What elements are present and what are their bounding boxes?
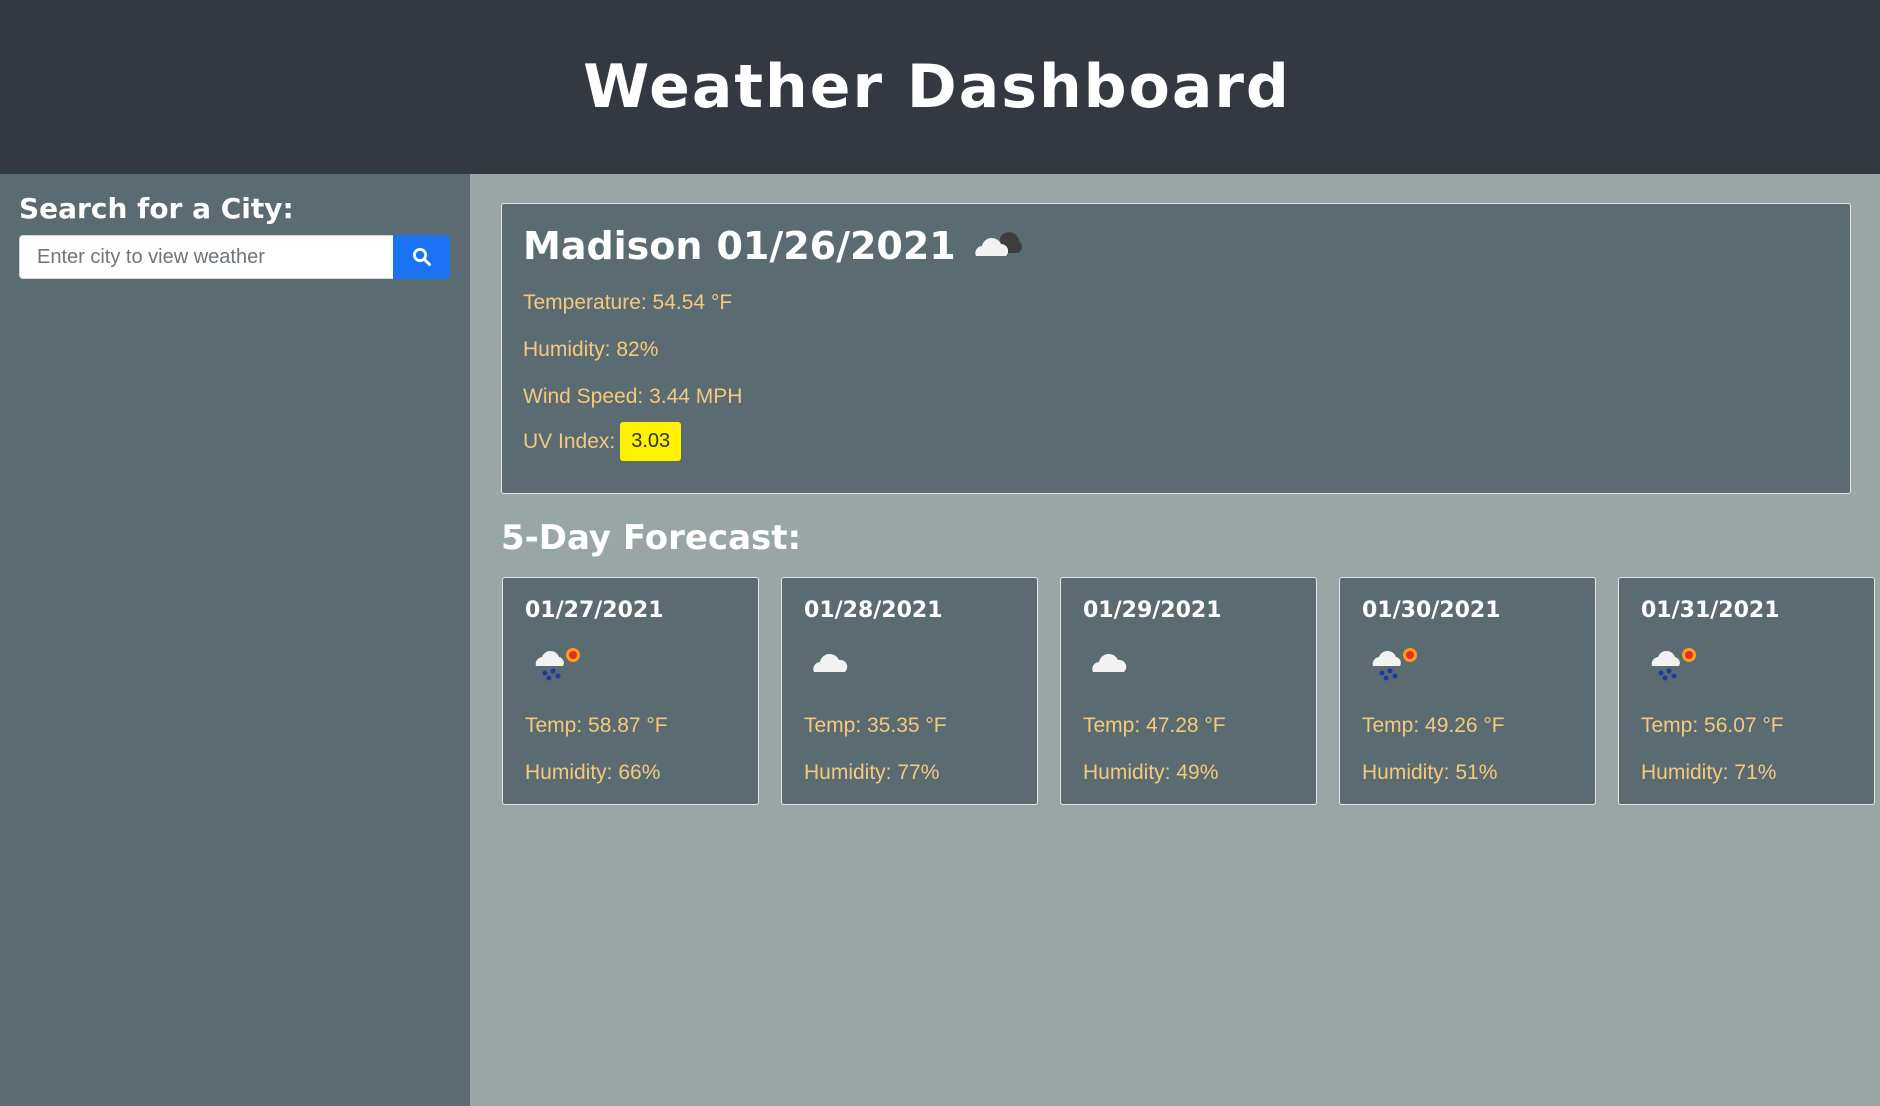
current-wind-speed: Wind Speed: 3.44 MPH [523, 385, 743, 408]
uv-index-row: UV Index: 3.03 [523, 422, 682, 461]
search-button[interactable] [393, 235, 450, 279]
forecast-heading: 5-Day Forecast: [501, 518, 802, 558]
forecast-temp: Temp: 35.35 °F [804, 714, 947, 737]
forecast-temp: Temp: 58.87 °F [525, 714, 668, 737]
current-humidity: Humidity: 82% [523, 338, 659, 361]
forecast-temp: Temp: 56.07 °F [1641, 714, 1784, 737]
cloud-icon [813, 653, 848, 672]
uv-index-badge: 3.03 [620, 422, 682, 461]
page-header: Weather Dashboard [0, 0, 1880, 174]
forecast-date: 01/28/2021 [804, 598, 943, 623]
forecast-date: 01/27/2021 [525, 598, 664, 623]
search-heading: Search for a City: [19, 192, 294, 225]
page-title: Weather Dashboard [583, 52, 1291, 122]
search-icon [412, 248, 431, 266]
current-city: Madison [523, 224, 703, 268]
forecast-humidity: Humidity: 77% [804, 761, 940, 784]
forecast-temp: Temp: 47.28 °F [1083, 714, 1226, 737]
forecast-card-day-3: 01/29/2021 Temp: 47.28 °F Humidity: 49% [1060, 577, 1317, 805]
city-search-input[interactable] [19, 235, 393, 279]
cloud-icon [1092, 653, 1127, 672]
forecast-humidity: Humidity: 66% [525, 761, 661, 784]
search-form [19, 235, 450, 279]
forecast-date: 01/29/2021 [1083, 598, 1222, 623]
forecast-date: 01/30/2021 [1362, 598, 1501, 623]
uv-index-label: UV Index: [523, 429, 616, 453]
forecast-card-day-1: 01/27/2021 Temp: 58.87 °F Humidity: 66% [502, 577, 759, 805]
rain-sun-icon [1372, 648, 1417, 681]
forecast-card-day-4: 01/30/2021 Temp: 49.26 °F Humidity: 51% [1339, 577, 1596, 805]
current-weather-title: Madison 01/26/2021 [523, 224, 1030, 268]
rain-sun-icon [535, 648, 580, 681]
current-temperature: Temperature: 54.54 °F [523, 291, 733, 314]
forecast-card-day-2: 01/28/2021 Temp: 35.35 °F Humidity: 77% [781, 577, 1038, 805]
forecast-humidity: Humidity: 51% [1362, 761, 1498, 784]
forecast-card-day-5: 01/31/2021 Temp: 56.07 °F Humidity: 71% [1618, 577, 1875, 805]
rain-sun-icon [1651, 648, 1696, 681]
current-date: 01/26/2021 [716, 224, 956, 268]
forecast-humidity: Humidity: 71% [1641, 761, 1777, 784]
cloudy-night-icon [975, 232, 1022, 256]
forecast-humidity: Humidity: 49% [1083, 761, 1219, 784]
forecast-date: 01/31/2021 [1641, 598, 1780, 623]
forecast-temp: Temp: 49.26 °F [1362, 714, 1505, 737]
sidebar [0, 174, 470, 1106]
